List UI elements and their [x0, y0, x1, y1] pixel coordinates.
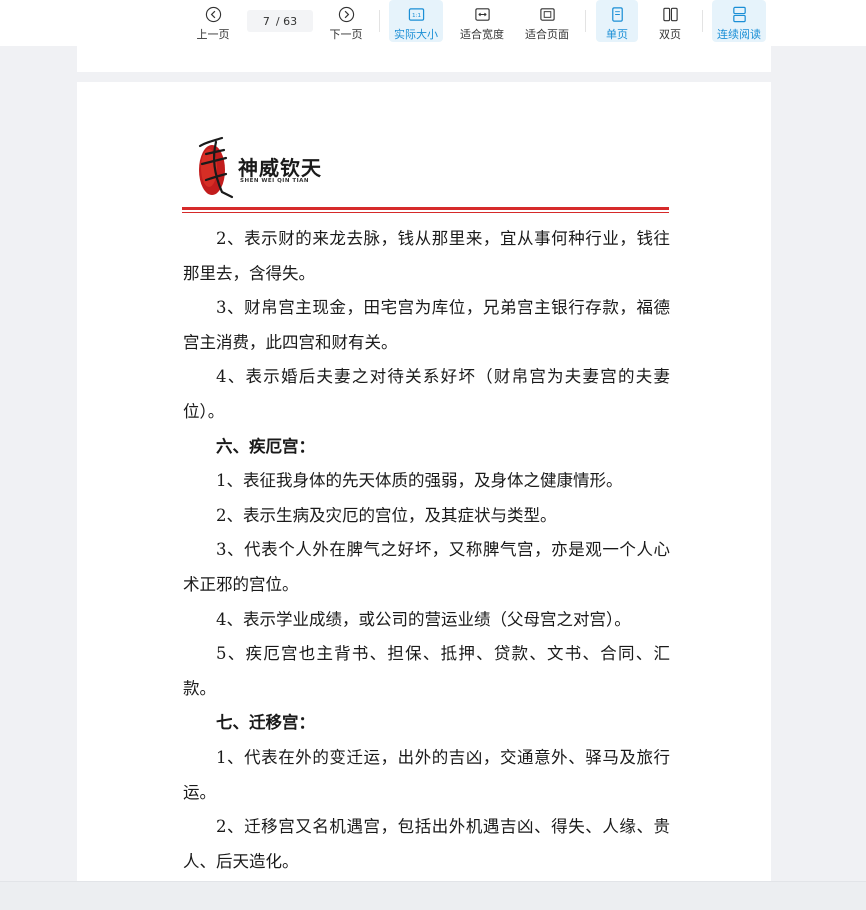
- next-page-label: 下一页: [329, 28, 363, 41]
- current-page: 7: [262, 14, 270, 28]
- fit-page-button[interactable]: 适合页面: [520, 0, 574, 42]
- page-number-input[interactable]: 7 / 63: [247, 10, 313, 32]
- chevron-right-icon: [338, 6, 354, 23]
- toolbar-divider: [585, 10, 586, 32]
- logo-title: 神威钦天: [238, 156, 322, 180]
- actual-size-button[interactable]: 1:1 实际大小: [389, 0, 443, 42]
- body-paragraph: 5、疾厄宫也主背书、担保、抵押、贷款、文书、合同、汇款。: [183, 644, 670, 698]
- section-heading: 六、疾厄宫：: [216, 436, 315, 456]
- body-paragraph: 1、表征我身体的先天体质的强弱，及身体之健康情形。: [216, 471, 623, 491]
- chevron-left-icon: [205, 6, 221, 23]
- fit-width-icon: [474, 8, 490, 21]
- body-paragraph: 4、表示婚后夫妻之对待关系好坏（财帛宫为夫妻宫的夫妻位）。: [183, 367, 670, 421]
- body-paragraph: 2、表示生病及灾厄的宫位，及其症状与类型。: [216, 505, 557, 525]
- fit-width-label: 适合宽度: [460, 28, 504, 41]
- body-paragraph: 1、代表在外的变迁运，出外的吉凶，交通意外、驿马及旅行运。: [183, 747, 670, 802]
- actual-size-label: 实际大小: [394, 28, 438, 41]
- body-paragraph: 2、迁移宫又名机遇宫，包括出外机遇吉凶、得失、人缘、贵人、后天造化。: [183, 817, 670, 871]
- next-page-button[interactable]: 下一页: [326, 0, 366, 42]
- header-rule-thin: [182, 212, 669, 213]
- prev-page-label: 上一页: [196, 28, 230, 41]
- bottom-scroll-area: [0, 881, 866, 910]
- continuous-read-button[interactable]: 连续阅读: [712, 0, 766, 42]
- svg-text:1:1: 1:1: [411, 13, 421, 19]
- logo: 神威钦天 SHEN WEI QIN TIAN: [192, 134, 352, 204]
- fit-page-label: 适合页面: [525, 28, 569, 41]
- continuous-read-icon: [732, 6, 746, 23]
- previous-page-fragment: [77, 46, 771, 72]
- double-page-label: 双页: [659, 28, 681, 41]
- body-paragraph: 3、财帛宫主现金，田宅宫为库位，兄弟宫主银行存款，福德宫主消费，此四宫和财有关。: [183, 298, 670, 352]
- toolbar-divider: [702, 10, 703, 32]
- continuous-read-label: 连续阅读: [717, 28, 761, 41]
- toolbar-divider: [379, 10, 380, 32]
- body-paragraph: 4、表示学业成绩，或公司的营运业绩（父母宫之对宫）。: [216, 609, 631, 629]
- fit-width-button[interactable]: 适合宽度: [455, 0, 509, 42]
- body-paragraph: 3、代表个人外在脾气之好坏，又称脾气宫，亦是观一个人心术正邪的宫位。: [183, 540, 670, 594]
- seal-logo-icon: [198, 136, 234, 199]
- actual-size-icon: 1:1: [408, 8, 424, 21]
- fit-page-icon: [539, 8, 555, 21]
- document-page: 神威钦天 SHEN WEI QIN TIAN 2、表示财的来龙去脉，钱从那里来，…: [77, 82, 771, 882]
- header-rule: [182, 207, 669, 210]
- section-heading: 七、迁移宫：: [216, 713, 315, 733]
- double-page-icon: [662, 7, 678, 22]
- double-page-button[interactable]: 双页: [649, 0, 691, 42]
- toolbar: 上一页 7 / 63 下一页 1:1 实际大小 适合宽度 适合页面 单页 双页 …: [0, 0, 866, 46]
- logo-subtitle: SHEN WEI QIN TIAN: [240, 178, 310, 184]
- single-page-icon: [611, 7, 623, 22]
- total-pages: / 63: [275, 14, 298, 28]
- body-paragraph: 2、表示财的来龙去脉，钱从那里来，宜从事何种行业，钱往那里去，含得失。: [183, 229, 670, 283]
- document-body: 2、表示财的来龙去脉，钱从那里来，宜从事何种行业，钱往那里去，含得失。 3、财帛宫…: [183, 222, 670, 879]
- prev-page-button[interactable]: 上一页: [193, 0, 233, 42]
- single-page-label: 单页: [606, 28, 628, 41]
- single-page-button[interactable]: 单页: [596, 0, 638, 42]
